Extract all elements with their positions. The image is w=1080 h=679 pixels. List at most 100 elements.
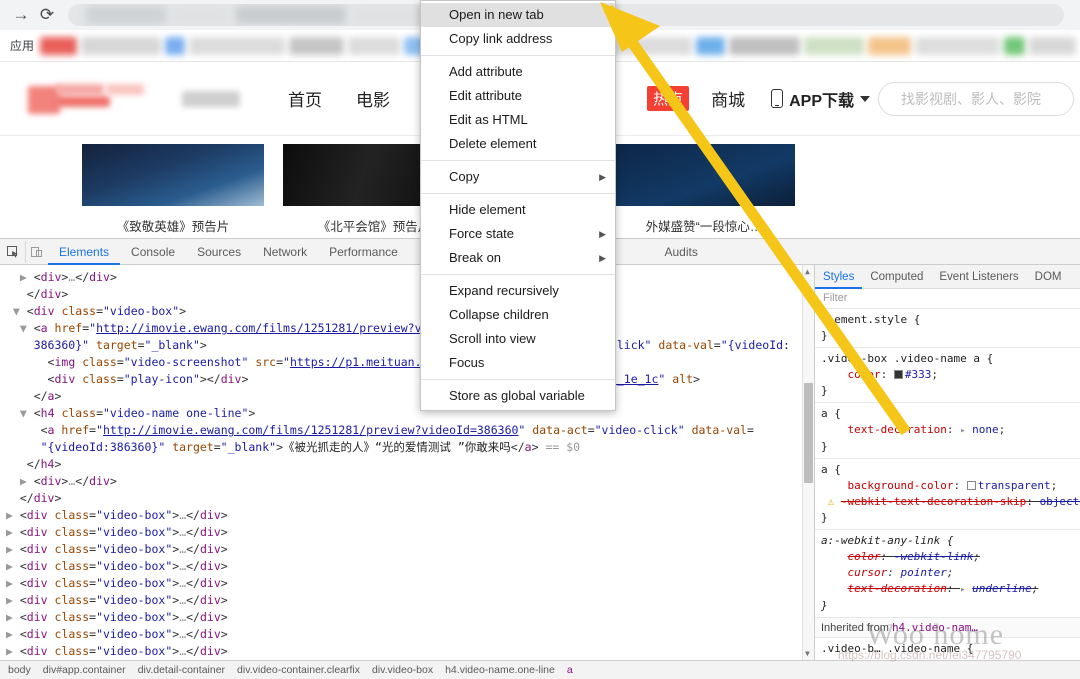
video-name[interactable]: 外媒盛赞“一段惊心… xyxy=(613,216,795,235)
dom-scrollbar[interactable]: ▲ ▼ xyxy=(802,265,814,679)
hot-badge[interactable]: 热点 xyxy=(647,86,690,111)
tab-network[interactable]: Network xyxy=(252,239,318,265)
video-screenshot[interactable] xyxy=(613,144,795,206)
css-rule-a-webkit-any-link[interactable]: a:-webkit-any-link { color: -webkit-link… xyxy=(815,530,1080,618)
tab-performance[interactable]: Performance xyxy=(318,239,409,265)
dom-row[interactable]: ▼ <div class="video-box"> xyxy=(6,303,802,320)
css-property[interactable]: text-decoration xyxy=(848,582,947,595)
css-rule-a-text-decoration[interactable]: a { text-decoration: ▸ none; } xyxy=(815,403,1080,459)
css-property[interactable]: color xyxy=(848,368,881,381)
tab-audits[interactable]: Audits xyxy=(653,239,708,265)
dom-row[interactable]: </div> xyxy=(6,286,802,303)
tab-dom-breakpoints[interactable]: DOM xyxy=(1027,265,1070,289)
css-rule-video-name-a[interactable]: .video-box .video-name a { color: #333; … xyxy=(815,348,1080,403)
dom-row-selected[interactable]: <a href="http://imovie.ewang.com/films/1… xyxy=(6,422,802,439)
menu-item-edit-as-html[interactable]: Edit as HTML xyxy=(421,108,615,132)
css-property[interactable]: color xyxy=(848,550,881,563)
tab-console[interactable]: Console xyxy=(120,239,186,265)
scroll-up-arrow[interactable]: ▲ xyxy=(805,267,810,276)
dom-row-collapsed[interactable]: ▶ <div class="video-box">…</div> xyxy=(6,575,802,592)
bookmark-item[interactable] xyxy=(1029,36,1076,55)
menu-item-expand-recursively[interactable]: Expand recursively xyxy=(421,279,615,303)
dom-row[interactable]: ▼ <a href="http://imovie.ewang.com/films… xyxy=(6,320,802,337)
tab-sources[interactable]: Sources xyxy=(186,239,252,265)
dom-row-collapsed[interactable]: ▶ <div class="video-box">…</div> xyxy=(6,541,802,558)
nav-link-movie[interactable]: 电影 xyxy=(356,86,390,111)
menu-item-delete-element[interactable]: Delete element xyxy=(421,132,615,156)
dom-row[interactable]: ▼ <h4 class="video-name one-line"> xyxy=(6,405,802,422)
menu-item-copy-link-address[interactable]: Copy link address xyxy=(421,27,615,51)
bookmark-item[interactable] xyxy=(604,36,693,55)
dom-row-collapsed[interactable]: ▶ <div class="video-box">…</div> xyxy=(6,609,802,626)
expand-triangle-icon[interactable]: ▸ xyxy=(960,426,965,436)
reload-icon[interactable]: ⟳ xyxy=(34,2,60,28)
bookmark-item[interactable] xyxy=(915,36,1000,55)
bookmark-item[interactable] xyxy=(165,36,185,55)
bookmark-item[interactable] xyxy=(347,36,401,55)
menu-item-hide-element[interactable]: Hide element xyxy=(421,198,615,222)
dom-row-selected-cont[interactable]: "{videoId:386360}" target="_blank">《被光抓走… xyxy=(6,439,802,456)
site-search-input[interactable]: 找影视剧、影人、影院 xyxy=(878,81,1074,116)
scrollbar-thumb[interactable] xyxy=(804,383,813,483)
styles-filter-input[interactable]: Filter xyxy=(815,289,1080,309)
menu-item-copy[interactable]: Copy ▶ xyxy=(421,165,615,189)
video-box[interactable]: 外媒盛赞“一段惊心… xyxy=(613,144,795,235)
bookmark-item[interactable] xyxy=(40,36,78,55)
dom-row[interactable]: </a> xyxy=(6,388,802,405)
dom-row-collapsed[interactable]: ▶ <div class="video-box">…</div> xyxy=(6,558,802,575)
bookmark-item[interactable] xyxy=(1003,36,1026,55)
nav-link-home[interactable]: 首页 xyxy=(288,86,322,111)
css-value[interactable]: #333 xyxy=(905,368,932,381)
inspect-element-icon[interactable] xyxy=(0,240,26,263)
tab-computed[interactable]: Computed xyxy=(862,265,931,289)
menu-item-add-attribute[interactable]: Add attribute xyxy=(421,60,615,84)
dom-row[interactable]: </div> xyxy=(6,490,802,507)
site-logo[interactable] xyxy=(28,82,168,116)
bookmark-item[interactable] xyxy=(803,36,865,55)
color-swatch[interactable] xyxy=(966,481,976,490)
video-box[interactable]: 《致敬英雄》预告片 xyxy=(82,144,264,235)
css-rule-element-style[interactable]: element.style { } xyxy=(815,309,1080,348)
dom-tree[interactable]: ▶ <div>…</div> </div> ▼ <div class="vide… xyxy=(0,265,802,679)
dom-row[interactable]: ▶ <div>…</div> xyxy=(6,269,802,286)
nav-link-mall[interactable]: 商城 xyxy=(711,86,745,111)
css-value[interactable]: pointer xyxy=(901,566,947,579)
dom-row[interactable]: <img class="video-screenshot" src="https… xyxy=(6,354,802,371)
scroll-down-arrow[interactable]: ▼ xyxy=(805,649,810,658)
breadcrumb-video-box[interactable]: div.video-box xyxy=(372,664,433,676)
bookmark-item[interactable] xyxy=(81,36,162,55)
dom-row-collapsed[interactable]: ▶ <div class="video-box">…</div> xyxy=(6,626,802,643)
dom-row-collapsed[interactable]: ▶ <div class="video-box">…</div> xyxy=(6,507,802,524)
breadcrumb-container[interactable]: div.video-container.clearfix xyxy=(237,664,360,676)
app-download-button[interactable]: APP下载 xyxy=(771,87,870,111)
video-screenshot[interactable] xyxy=(82,144,264,206)
forward-arrow-icon[interactable]: → xyxy=(8,2,34,28)
css-value[interactable]: transparent xyxy=(978,479,1051,492)
tab-elements[interactable]: Elements xyxy=(48,239,121,265)
breadcrumb-app[interactable]: div#app.container xyxy=(43,664,126,676)
breadcrumb-anchor[interactable]: a xyxy=(567,664,573,676)
dom-row-collapsed[interactable]: ▶ <div class="video-box">…</div> xyxy=(6,524,802,541)
css-value[interactable]: underline xyxy=(972,582,1032,595)
bookmark-item[interactable] xyxy=(696,36,726,55)
dom-row[interactable]: </h4> xyxy=(6,456,802,473)
tab-event-listeners[interactable]: Event Listeners xyxy=(931,265,1026,289)
css-rule-a-background[interactable]: a { background-color: transparent; ⚠ -we… xyxy=(815,459,1080,530)
dom-row-collapsed[interactable]: ▶ <div class="video-box">…</div> xyxy=(6,592,802,609)
bookmarks-apps-label[interactable]: 应用 xyxy=(4,37,40,54)
device-toolbar-icon[interactable] xyxy=(26,241,48,263)
color-swatch[interactable] xyxy=(893,370,903,379)
bookmark-item[interactable] xyxy=(868,36,912,55)
menu-item-break-on[interactable]: Break on ▶ xyxy=(421,246,615,270)
bookmark-item[interactable] xyxy=(188,36,285,55)
css-value[interactable]: -webkit-link xyxy=(894,550,973,563)
dom-row[interactable]: ▶ <div>…</div> xyxy=(6,473,802,490)
menu-item-store-as-global-variable[interactable]: Store as global variable xyxy=(421,384,615,408)
tab-styles[interactable]: Styles xyxy=(815,265,863,289)
video-name[interactable]: 《致敬英雄》预告片 xyxy=(82,216,264,235)
css-property[interactable]: -webkit-text-decoration-skip xyxy=(841,495,1026,508)
css-property[interactable]: background-color xyxy=(848,479,954,492)
menu-item-scroll-into-view[interactable]: Scroll into view xyxy=(421,327,615,351)
menu-item-force-state[interactable]: Force state ▶ xyxy=(421,222,615,246)
breadcrumb-body[interactable]: body xyxy=(8,664,31,676)
